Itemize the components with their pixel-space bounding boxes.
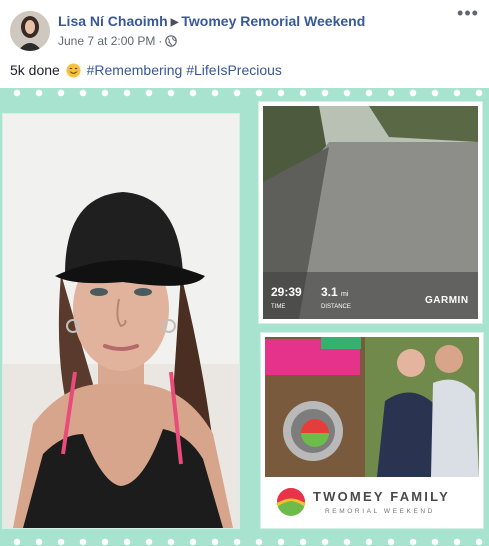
run-time-value: 29:39 <box>271 285 302 299</box>
hashtag-link[interactable]: #Remembering <box>87 62 183 78</box>
run-time-label: TIME <box>271 304 285 310</box>
post-message-text: 5k done <box>10 62 60 78</box>
decorative-dots-border <box>0 536 489 546</box>
family-photo: TWOMEY FAMILY REMORIAL WEEKEND <box>261 333 483 528</box>
hashtag-link[interactable]: #LifeIsPrecious <box>186 62 282 78</box>
selfie-photo <box>3 114 239 528</box>
post-timestamp[interactable]: June 7 at 2:00 PM <box>58 34 155 48</box>
page-name-link[interactable]: Twomey Remorial Weekend <box>181 13 365 29</box>
author-name-link[interactable]: Lisa Ní Chaoimh <box>58 13 168 29</box>
post-header-title: Lisa Ní Chaoimh ▶ Twomey Remorial Weekend <box>58 13 365 29</box>
run-distance-label: DISTANCE <box>321 304 351 310</box>
run-distance-value: 3.1 <box>321 285 338 299</box>
logo-title: TWOMEY FAMILY <box>313 489 450 504</box>
run-distance-unit: mi <box>341 291 349 298</box>
run-stats-photo: 29:39 TIME 3.1 mi DISTANCE GARMIN <box>259 102 482 323</box>
arrow-right-icon: ▶ <box>170 17 179 28</box>
meta-separator: · <box>158 34 163 48</box>
decorative-dots-border <box>0 88 489 99</box>
post-message: 5k done #Remembering #LifeIsPrecious <box>10 62 282 78</box>
post-photo[interactable]: 29:39 TIME 3.1 mi DISTANCE GARMIN TWOMEY… <box>0 88 489 546</box>
garmin-logo: GARMIN <box>425 295 469 306</box>
author-avatar[interactable] <box>10 11 50 51</box>
logo-subtitle: REMORIAL WEEKEND <box>325 508 435 515</box>
more-options-button[interactable]: ••• <box>455 4 481 26</box>
smiling-face-emoji-icon <box>66 63 81 78</box>
globe-icon[interactable] <box>165 35 178 50</box>
post-meta: June 7 at 2:00 PM · <box>58 34 178 50</box>
